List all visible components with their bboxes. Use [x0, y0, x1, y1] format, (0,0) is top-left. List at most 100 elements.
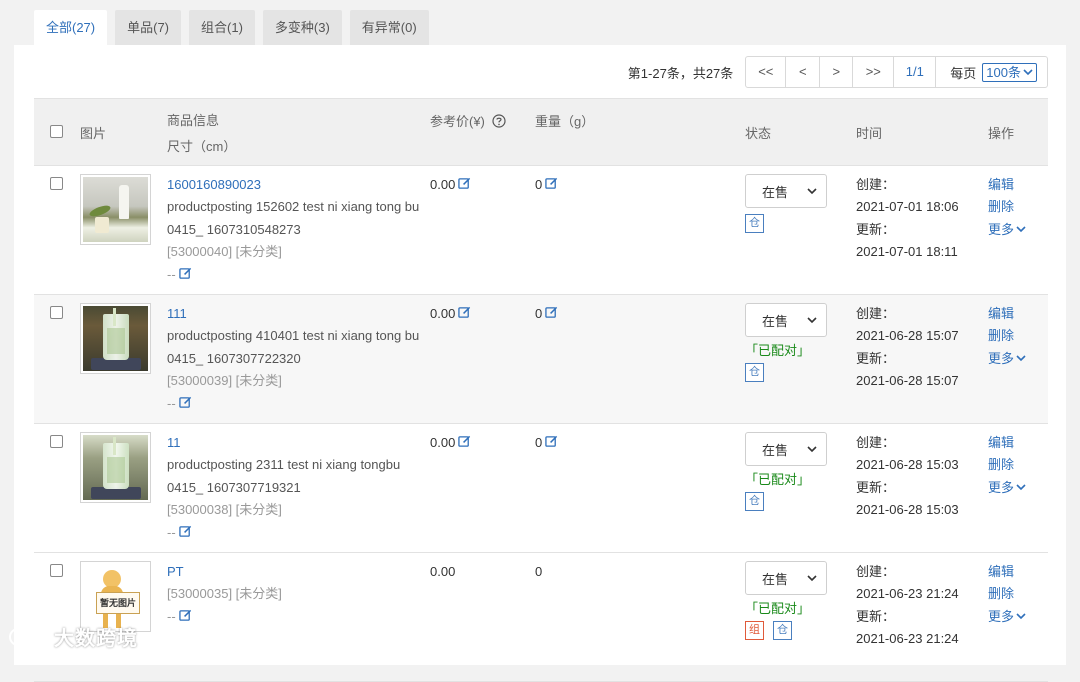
edit-icon[interactable] — [545, 435, 558, 448]
product-title: productposting 410401 test ni xiang tong… — [167, 328, 420, 366]
edit-icon[interactable] — [545, 177, 558, 190]
table-header-row: 图片 商品信息 尺寸（cm） 参考价(¥) 重量（g） 状态 时间 操作 — [34, 98, 1048, 166]
chevron-down-icon — [1023, 69, 1033, 76]
created-label: 创建： — [856, 435, 896, 450]
edit-icon[interactable] — [458, 435, 471, 448]
edit-icon[interactable] — [458, 177, 471, 190]
column-status: 状态 — [745, 98, 856, 166]
tab-abnormal[interactable]: 有异常(0) — [349, 10, 429, 45]
per-page-value: 100条 — [986, 64, 1021, 80]
chevron-down-icon — [807, 446, 817, 453]
updated-label: 更新： — [856, 479, 896, 495]
select-all-checkbox[interactable] — [50, 125, 63, 138]
more-label: 更多 — [988, 350, 1015, 366]
edit-link[interactable]: 编辑 — [988, 561, 1048, 583]
row-checkbox[interactable] — [50, 564, 63, 577]
matched-status: 「已配对」 — [745, 601, 811, 616]
column-info: 商品信息 — [167, 112, 220, 128]
tab-all[interactable]: 全部(27) — [34, 10, 108, 45]
delete-link[interactable]: 删除 — [988, 196, 1048, 218]
no-image-placeholder: 暂无图片 — [83, 564, 148, 629]
product-sku-link[interactable]: 1600160890023 — [167, 174, 430, 196]
edit-icon[interactable] — [178, 396, 192, 409]
product-size: -- — [167, 608, 176, 624]
delete-link[interactable]: 删除 — [988, 583, 1048, 605]
first-page-button[interactable]: << — [746, 57, 787, 87]
updated-label: 更新： — [856, 221, 896, 237]
product-sku-link[interactable]: 11 — [167, 432, 430, 454]
matched-status: 「已配对」 — [745, 472, 811, 487]
edit-icon[interactable] — [458, 306, 471, 319]
more-dropdown[interactable]: 更多 — [988, 348, 1048, 370]
column-size: 尺寸（cm） — [167, 138, 237, 154]
row-checkbox[interactable] — [50, 435, 63, 448]
current-page-indicator[interactable]: 1/1 — [894, 57, 937, 87]
pagination-summary: 第1-27条，共27条 — [627, 65, 734, 81]
product-title: productposting 2311 test ni xiang tongbu… — [167, 457, 401, 495]
chevron-down-icon — [1016, 355, 1026, 361]
edit-link[interactable]: 编辑 — [988, 174, 1048, 196]
edit-icon[interactable] — [178, 525, 192, 538]
chevron-down-icon — [1016, 484, 1026, 490]
status-select[interactable]: 在售 — [745, 561, 827, 595]
matched-status: 「已配对」 — [745, 343, 811, 358]
created-label: 创建： — [856, 564, 896, 579]
warehouse-badge[interactable]: 仓 — [745, 492, 764, 511]
prev-page-button[interactable]: < — [786, 57, 821, 87]
warehouse-badge[interactable]: 仓 — [745, 214, 764, 233]
warehouse-badge[interactable]: 仓 — [745, 363, 764, 382]
product-thumbnail[interactable] — [80, 174, 151, 245]
weight-value: 0 — [535, 177, 543, 192]
price-value: 0.00 — [430, 177, 456, 192]
more-label: 更多 — [988, 479, 1015, 495]
product-thumbnail[interactable] — [80, 303, 151, 374]
table-row: 111 productposting 410401 test ni xiang … — [34, 294, 1048, 424]
warehouse-badge[interactable]: 仓 — [773, 621, 792, 640]
status-select[interactable]: 在售 — [745, 432, 827, 466]
edit-icon[interactable] — [178, 609, 192, 622]
created-time: 2021-07-01 18:06 — [856, 199, 959, 215]
status-select[interactable]: 在售 — [745, 303, 827, 337]
combo-badge[interactable]: 组 — [745, 621, 764, 640]
created-label: 创建： — [856, 306, 896, 321]
table-row: 1600160890023 productposting 152602 test… — [34, 165, 1048, 295]
weight-value: 0 — [535, 435, 543, 450]
edit-icon[interactable] — [178, 267, 192, 280]
chevron-down-icon — [1016, 226, 1026, 232]
more-dropdown[interactable]: 更多 — [988, 219, 1048, 241]
price-value: 0.00 — [430, 564, 456, 579]
updated-time: 2021-06-23 21:24 — [856, 631, 959, 647]
tab-single[interactable]: 单品(7) — [115, 10, 182, 45]
edit-icon[interactable] — [545, 306, 558, 319]
product-sku-link[interactable]: PT — [167, 561, 430, 583]
more-label: 更多 — [988, 608, 1015, 624]
product-thumbnail[interactable] — [80, 432, 151, 503]
per-page-select[interactable]: 100条 — [982, 62, 1037, 82]
more-dropdown[interactable]: 更多 — [988, 606, 1048, 628]
delete-link[interactable]: 删除 — [988, 325, 1048, 347]
updated-label: 更新： — [856, 350, 896, 366]
next-page-button[interactable]: > — [820, 57, 854, 87]
row-checkbox[interactable] — [50, 177, 63, 190]
edit-link[interactable]: 编辑 — [988, 303, 1048, 325]
delete-link[interactable]: 删除 — [988, 454, 1048, 476]
tab-combo[interactable]: 组合(1) — [189, 10, 255, 45]
status-select[interactable]: 在售 — [745, 174, 827, 208]
help-circle-icon[interactable] — [491, 114, 506, 128]
column-price: 参考价(¥) — [430, 114, 485, 129]
status-value: 在售 — [762, 313, 789, 329]
tab-bar: 全部(27) 单品(7) 组合(1) 多变种(3) 有异常(0) — [34, 10, 429, 45]
pagination-box: << < > >> 1/1 每页 100条 — [745, 56, 1048, 88]
last-page-button[interactable]: >> — [853, 57, 895, 87]
column-image: 图片 — [80, 98, 167, 166]
more-dropdown[interactable]: 更多 — [988, 477, 1048, 499]
column-actions: 操作 — [988, 98, 1048, 166]
pagination: 第1-27条，共27条 << < > >> 1/1 每页 100条 — [628, 56, 1048, 88]
product-code: [53000035] [未分类] — [167, 586, 282, 602]
weight-value: 0 — [535, 306, 543, 321]
row-checkbox[interactable] — [50, 306, 63, 319]
tab-variants[interactable]: 多变种(3) — [262, 10, 342, 45]
price-value: 0.00 — [430, 435, 456, 450]
product-sku-link[interactable]: 111 — [167, 303, 430, 325]
edit-link[interactable]: 编辑 — [988, 432, 1048, 454]
